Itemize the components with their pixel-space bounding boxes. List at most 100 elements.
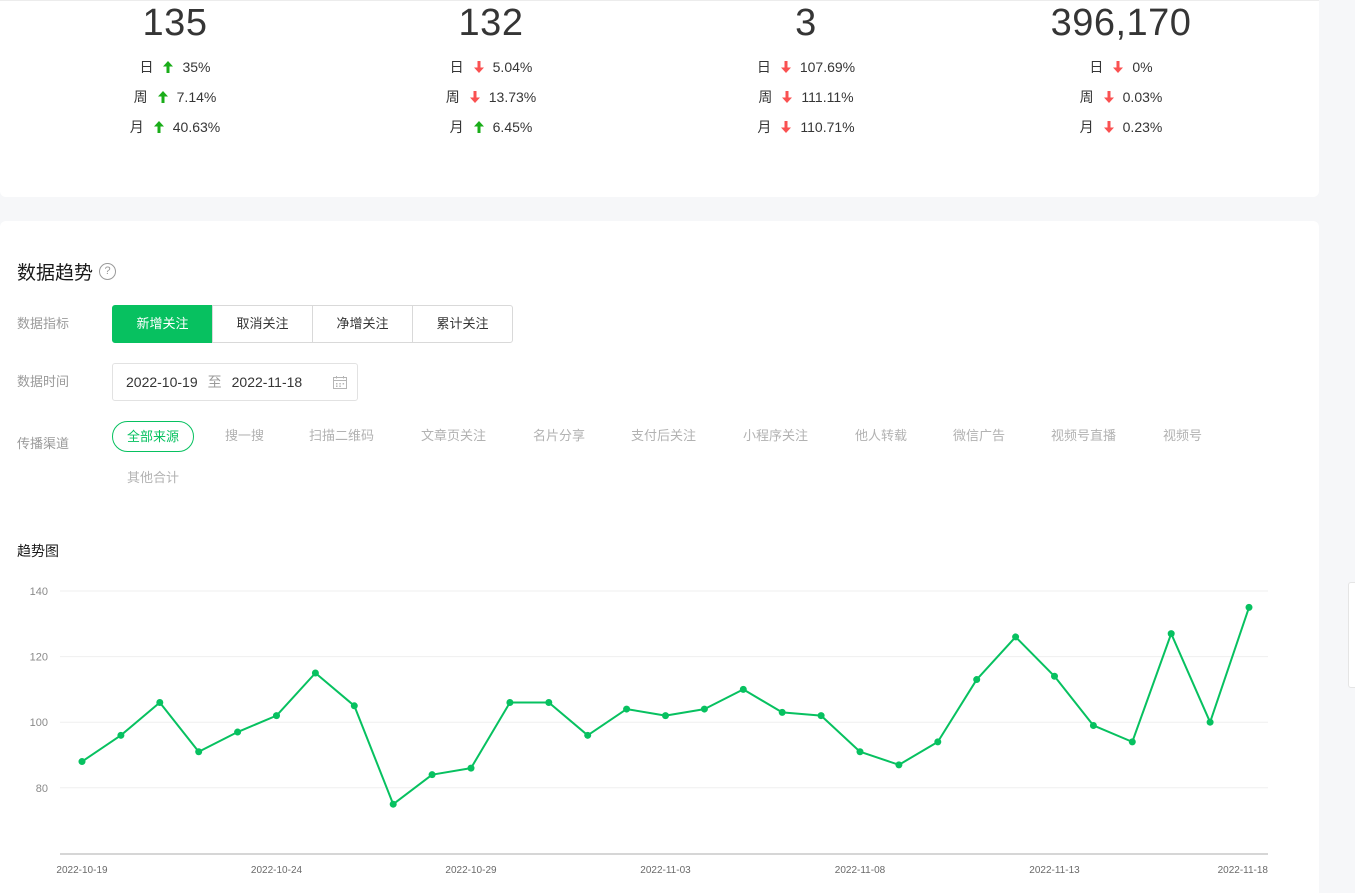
data-point: [1128, 738, 1136, 746]
y-tick-label: 120: [30, 652, 48, 664]
stat-change-row: 日 0%: [971, 52, 1271, 82]
x-tick-label: 2022-11-13: [1029, 865, 1080, 876]
period-label: 日: [756, 59, 771, 75]
data-point: [467, 764, 475, 772]
change-percent: 7.14%: [176, 89, 217, 105]
channel-chip[interactable]: 文章页关注: [421, 421, 486, 452]
channel-chip[interactable]: 扫描二维码: [309, 421, 374, 452]
question-circle-icon[interactable]: ?: [99, 263, 117, 280]
data-point: [1206, 718, 1214, 726]
arrow-down-icon: [469, 91, 480, 103]
change-percent: 111.11%: [801, 89, 854, 105]
data-point: [389, 800, 397, 808]
x-tick-label: 2022-10-19: [56, 865, 108, 876]
period-label: 月: [1079, 119, 1094, 135]
metric-selector: 新增关注 取消关注 净增关注 累计关注: [112, 305, 513, 343]
arrow-down-icon: [1113, 61, 1124, 73]
side-tab[interactable]: [1348, 582, 1355, 688]
stat-value: 3: [795, 2, 817, 44]
data-point: [234, 728, 242, 736]
data-point: [778, 708, 786, 716]
change-percent: 35%: [182, 59, 211, 75]
data-point: [895, 761, 903, 769]
data-point: [311, 669, 319, 677]
metric-tab[interactable]: 累计关注: [412, 305, 513, 343]
stat-change-row: 月 0.23%: [971, 112, 1271, 142]
data-point: [739, 685, 747, 693]
stat-change-row: 日 107.69%: [656, 52, 956, 82]
period-label: 月: [129, 119, 144, 135]
metric-label: 数据指标: [17, 316, 70, 331]
arrow-down-icon: [781, 121, 792, 133]
data-point: [973, 676, 981, 684]
period-label: 日: [1089, 59, 1104, 75]
data-point: [195, 748, 203, 756]
channel-chip[interactable]: 全部来源: [112, 421, 195, 452]
channel-chip[interactable]: 支付后关注: [631, 421, 696, 452]
y-tick-label: 100: [30, 717, 48, 729]
y-tick-label: 140: [30, 586, 48, 598]
channel-chip[interactable]: 视频号直播: [1051, 421, 1116, 452]
period-label: 日: [139, 59, 154, 75]
date-end: 2022-11-18: [231, 374, 303, 390]
change-percent: 0.23%: [1122, 119, 1163, 135]
data-point: [1167, 630, 1175, 638]
change-percent: 0%: [1132, 59, 1153, 75]
change-percent: 107.69%: [799, 59, 856, 75]
arrow-up-icon: [157, 91, 168, 103]
stat-block: 132 日 5.04% 周 13.73% 月 6.45%: [341, 1, 641, 142]
channel-chip[interactable]: 其他合计: [127, 463, 179, 494]
channel-chip[interactable]: 名片分享: [533, 421, 585, 452]
channel-chip[interactable]: 视频号: [1163, 421, 1202, 452]
data-point: [117, 731, 125, 739]
metric-tab[interactable]: 净增关注: [312, 305, 413, 343]
arrow-up-icon: [163, 61, 174, 73]
stat-change-row: 周 0.03%: [971, 82, 1271, 112]
period-label: 周: [758, 89, 773, 105]
date-range-picker[interactable]: 2022-10-19 至 2022-11-18: [112, 363, 358, 401]
stat-block: 135 日 35% 周 7.14% 月 40.63%: [25, 1, 325, 142]
section-title: 数据趋势 ?: [17, 258, 117, 285]
data-point: [584, 731, 592, 739]
data-point: [1245, 603, 1253, 611]
data-point: [817, 712, 825, 720]
stat-value: 132: [458, 2, 524, 44]
arrow-down-icon: [473, 61, 484, 73]
arrow-down-icon: [780, 61, 791, 73]
period-label: 日: [449, 59, 464, 75]
change-percent: 40.63%: [172, 119, 221, 135]
arrow-down-icon: [1103, 121, 1114, 133]
data-point: [1051, 672, 1058, 680]
period-label: 月: [757, 119, 772, 135]
metric-tab[interactable]: 取消关注: [212, 305, 313, 343]
channel-chip[interactable]: 他人转载: [855, 421, 907, 452]
data-point: [662, 712, 669, 720]
stat-change-row: 周 111.11%: [656, 82, 956, 112]
metric-tab[interactable]: 新增关注: [112, 305, 213, 343]
change-percent: 13.73%: [488, 89, 537, 105]
series-line: [81, 607, 1250, 806]
channel-chip[interactable]: 搜一搜: [225, 421, 264, 452]
stat-change-row: 周 7.14%: [25, 82, 325, 112]
channel-chip[interactable]: 小程序关注: [743, 421, 808, 452]
chart-title: 趋势图: [17, 543, 59, 559]
trend-chart: 80 100 120 140 2022-10-19 2022-10-24 2022-10-2…: [30, 586, 1269, 876]
date-separator: 至: [207, 374, 222, 390]
calendar-icon: [333, 376, 347, 389]
arrow-down-icon: [1103, 91, 1114, 103]
channel-chip[interactable]: 微信广告: [953, 421, 1005, 452]
data-point: [156, 699, 164, 707]
change-percent: 0.03%: [1122, 89, 1163, 105]
stat-block: 396,170 日 0% 周 0.03% 月 0.23%: [971, 1, 1271, 142]
data-point: [1012, 633, 1020, 641]
stat-change-row: 月 110.71%: [656, 112, 956, 142]
arrow-down-icon: [782, 91, 793, 103]
arrow-up-icon: [473, 121, 484, 133]
data-point: [273, 712, 280, 720]
stat-block: 3 日 107.69% 周 111.11% 月 110.71%: [656, 1, 956, 142]
x-tick-label: 2022-10-29: [445, 865, 497, 876]
data-point: [506, 699, 514, 707]
data-point: [934, 738, 942, 746]
stat-change-row: 月 40.63%: [25, 112, 325, 142]
x-tick-label: 2022-11-08: [835, 865, 886, 876]
